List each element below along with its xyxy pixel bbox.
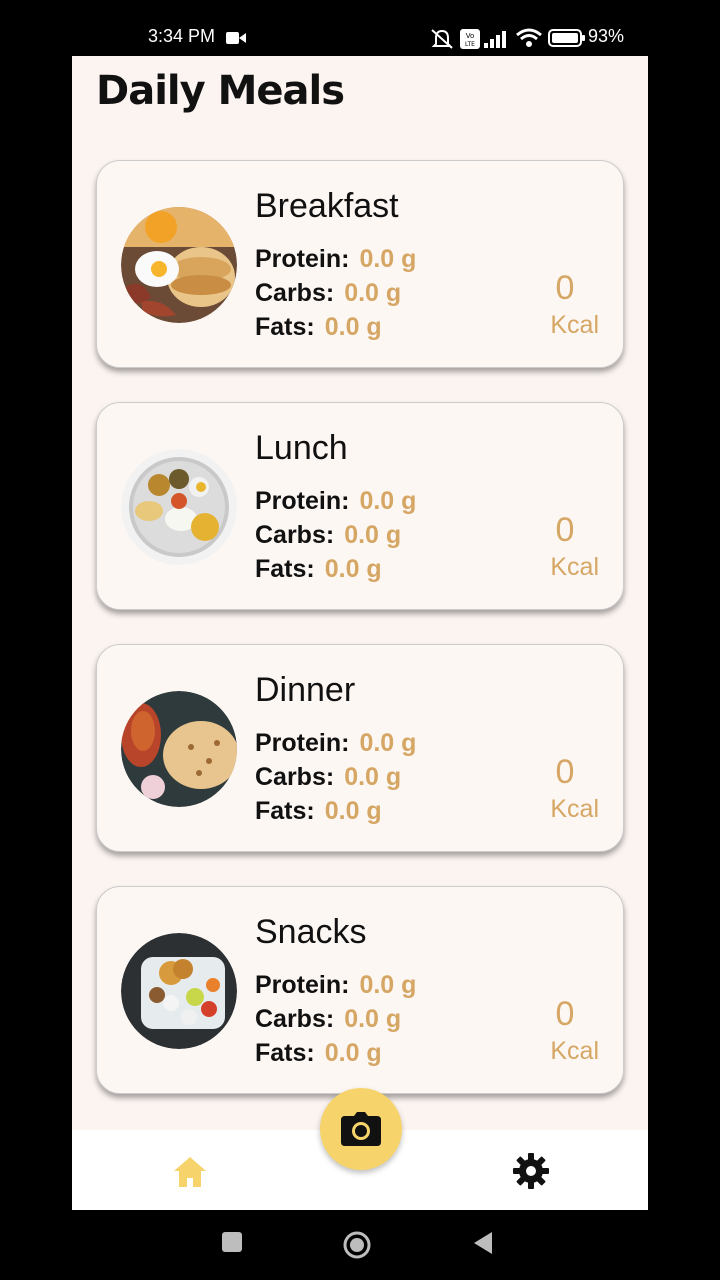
fats-row: Fats: 0.0 g [255, 313, 382, 342]
carbs-label: Carbs: [255, 763, 335, 791]
system-nav-bar [0, 1210, 720, 1280]
kcal-unit: Kcal [550, 795, 599, 823]
meal-card-dinner[interactable]: Dinner Protein: 0.0 g Carbs: 0.0 g Fats: 0.… [96, 644, 624, 852]
battery-percent: 93% [588, 26, 625, 46]
carbs-label: Carbs: [255, 521, 335, 549]
protein-row: Protein: 0.0 g [255, 971, 416, 1000]
svg-text:Vo: Vo [466, 32, 475, 40]
protein-label: Protein: [255, 487, 350, 515]
svg-text:LTE: LTE [465, 41, 475, 48]
carbs-value: 0.0 g [344, 1005, 402, 1033]
carbs-row: Carbs: 0.0 g [255, 279, 401, 308]
protein-value: 0.0 g [359, 487, 417, 515]
gear-icon[interactable] [512, 1152, 550, 1190]
status-bar: 3:34 PM Vo LTE 93% [0, 0, 720, 56]
app-screen: Daily Meals Breakfast Protein: 0.0 g Carb… [72, 56, 648, 1210]
kcal-value: 0 [555, 269, 575, 307]
meal-name: Lunch [255, 429, 348, 467]
kcal-value: 0 [555, 753, 575, 791]
carbs-label: Carbs: [255, 1005, 335, 1033]
protein-label: Protein: [255, 971, 350, 999]
protein-row: Protein: 0.0 g [255, 245, 416, 274]
meal-name: Snacks [255, 913, 367, 951]
lunch-image [121, 449, 237, 565]
meal-name: Breakfast [255, 187, 399, 225]
meal-card-lunch[interactable]: Lunch Protein: 0.0 g Carbs: 0.0 g Fats: 0.0… [96, 402, 624, 610]
protein-value: 0.0 g [359, 971, 417, 999]
protein-value: 0.0 g [359, 245, 417, 273]
fats-label: Fats: [255, 1039, 315, 1067]
kcal-value: 0 [555, 995, 575, 1033]
fats-row: Fats: 0.0 g [255, 555, 382, 584]
fats-value: 0.0 g [324, 797, 382, 825]
carbs-value: 0.0 g [344, 763, 402, 791]
home-icon[interactable] [172, 1154, 208, 1190]
meal-card-breakfast[interactable]: Breakfast Protein: 0.0 g Carbs: 0.0 g Fats… [96, 160, 624, 368]
fats-value: 0.0 g [324, 1039, 382, 1067]
fats-row: Fats: 0.0 g [255, 797, 382, 826]
protein-row: Protein: 0.0 g [255, 487, 416, 516]
meal-card-snacks[interactable]: Snacks Protein: 0.0 g Carbs: 0.0 g Fats: 0.… [96, 886, 624, 1094]
carbs-value: 0.0 g [344, 279, 402, 307]
kcal-value: 0 [555, 511, 575, 549]
wifi-icon [516, 28, 542, 47]
carbs-row: Carbs: 0.0 g [255, 1005, 401, 1034]
recent-apps-icon[interactable] [220, 1230, 244, 1254]
snacks-image [121, 933, 237, 1049]
protein-value: 0.0 g [359, 729, 417, 757]
back-icon[interactable] [470, 1230, 496, 1256]
protein-row: Protein: 0.0 g [255, 729, 416, 758]
carbs-row: Carbs: 0.0 g [255, 521, 401, 550]
kcal-unit: Kcal [550, 553, 599, 581]
status-time: 3:34 PM [148, 26, 216, 46]
carbs-label: Carbs: [255, 279, 335, 307]
video-record-icon [226, 32, 246, 44]
camera-icon [341, 1112, 381, 1146]
protein-label: Protein: [255, 729, 350, 757]
dinner-image [121, 691, 237, 807]
home-system-icon[interactable] [342, 1230, 372, 1260]
kcal-unit: Kcal [550, 311, 599, 339]
fats-label: Fats: [255, 797, 315, 825]
breakfast-image [121, 207, 237, 323]
carbs-value: 0.0 g [344, 521, 402, 549]
protein-label: Protein: [255, 245, 350, 273]
signal-icon [484, 31, 506, 48]
fats-row: Fats: 0.0 g [255, 1039, 382, 1068]
fats-label: Fats: [255, 555, 315, 583]
page-title: Daily Meals [96, 68, 345, 114]
kcal-unit: Kcal [550, 1037, 599, 1065]
fats-value: 0.0 g [324, 313, 382, 341]
mute-icon [431, 29, 453, 49]
fats-label: Fats: [255, 313, 315, 341]
volte-icon: Vo LTE [460, 29, 480, 49]
meal-name: Dinner [255, 671, 356, 709]
fats-value: 0.0 g [324, 555, 382, 583]
battery-icon [548, 29, 585, 47]
camera-button[interactable] [320, 1088, 402, 1170]
carbs-row: Carbs: 0.0 g [255, 763, 401, 792]
